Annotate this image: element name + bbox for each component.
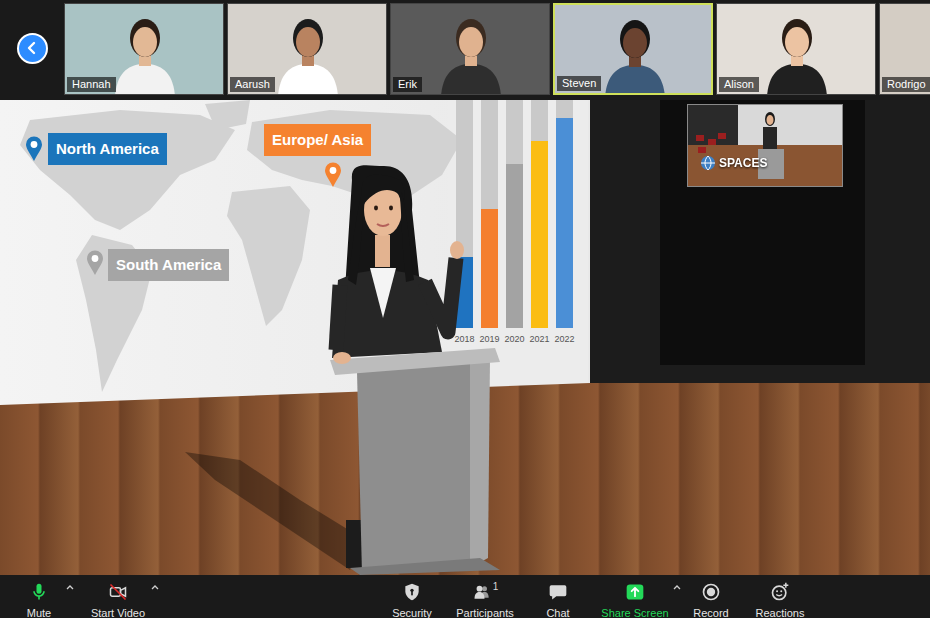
chart-category: 2022 (554, 334, 574, 345)
map-label: Europe/ Asia (264, 124, 371, 156)
stage-screen: SPACES (687, 104, 843, 187)
back-button[interactable] (17, 33, 48, 64)
map-label-text: South America (116, 254, 221, 277)
toolbar-icon-row (625, 582, 645, 602)
share-arrow-icon (625, 582, 645, 602)
chart-column: 2019 (481, 100, 498, 345)
people-icon (472, 582, 492, 602)
chat-bubble-icon (548, 582, 568, 602)
chart-column: 2020 (506, 100, 523, 345)
participant-name: Hannah (67, 77, 116, 92)
participant-tile[interactable]: Aarush (227, 3, 387, 95)
toolbar-button[interactable]: Security (382, 575, 442, 618)
toolbar-button[interactable]: Record (686, 575, 736, 618)
menu-caret-icon[interactable] (150, 575, 160, 590)
bar-track (481, 100, 498, 328)
chart-category: 2019 (479, 334, 499, 345)
floor (0, 383, 930, 575)
participant-name: Erik (393, 77, 422, 92)
toolbar-button[interactable]: Reactions (750, 575, 810, 618)
toolbar-button[interactable]: Start Video (86, 575, 150, 618)
toolbar-icon-row (29, 582, 49, 602)
chart-column: 2018 (456, 100, 473, 345)
menu-caret-icon[interactable] (65, 575, 75, 590)
presenter (0, 100, 930, 575)
toolbar-label: Share Screen (601, 607, 668, 618)
chart-bar (481, 209, 498, 328)
spaces-logo-text: SPACES (719, 156, 767, 170)
chart-bar (556, 118, 573, 328)
meeting-toolbar: Mute Start Video Security 1 Participants Chat… (0, 575, 930, 618)
map-pin-icon (86, 250, 104, 276)
toolbar-label: Record (693, 607, 728, 618)
spaces-logo: SPACES (700, 155, 767, 171)
record-icon (701, 582, 721, 602)
participant-name: Rodrigo (882, 77, 930, 92)
chevron-left-icon (26, 41, 38, 55)
chart-category: 2018 (454, 334, 474, 345)
participant-list: Hannah Aarush Erik Steven Alison Rodrigo (64, 0, 930, 95)
toolbar-label: Reactions (756, 607, 805, 618)
map-label-text: Europe/ Asia (272, 129, 363, 152)
participant-tile[interactable]: Rodrigo (879, 3, 930, 95)
presentation-view: North America Europe/ Asia South America 20… (0, 100, 930, 575)
chart-column: 2021 (531, 100, 548, 345)
chart-column: 2022 (556, 100, 573, 345)
toolbar-button[interactable]: Share Screen (598, 575, 672, 618)
toolbar-icon-row (770, 582, 790, 602)
globe-icon (700, 155, 716, 171)
stage-screen-scene (688, 105, 842, 186)
menu-caret-icon[interactable] (672, 575, 682, 590)
smiley-icon (770, 582, 790, 602)
participant-name: Aarush (230, 77, 275, 92)
map-label: South America (108, 249, 229, 281)
participant-tile[interactable]: Steven (553, 3, 713, 95)
chart-bar (531, 141, 548, 328)
toolbar-icon-row (402, 582, 422, 602)
map-pin-icon (25, 136, 43, 162)
participant-strip: Hannah Aarush Erik Steven Alison Rodrigo (0, 0, 930, 100)
toolbar-label: Start Video (91, 607, 145, 618)
microphone-icon (29, 582, 49, 602)
participant-tile[interactable]: Hannah (64, 3, 224, 95)
bar-track (456, 100, 473, 328)
bar-track (506, 100, 523, 328)
chart-bar (456, 257, 473, 328)
participant-name: Alison (719, 77, 759, 92)
map-label: North America (48, 133, 167, 165)
participant-tile[interactable]: Erik (390, 3, 550, 95)
chart-bar (506, 164, 523, 328)
toolbar-button[interactable]: Mute (13, 575, 65, 618)
back-area (0, 0, 64, 96)
toolbar-label: Chat (546, 607, 569, 618)
toolbar-icon-row (548, 582, 568, 602)
toolbar-label: Security (392, 607, 432, 618)
video-camera-icon (108, 582, 128, 602)
bar-chart: 2018 2019 2020 2021 2022 (456, 100, 573, 345)
shield-icon (402, 582, 422, 602)
chart-category: 2020 (504, 334, 524, 345)
toolbar-label: Participants (456, 607, 513, 618)
toolbar-icon-row (108, 582, 128, 602)
toolbar-icon-row: 1 (472, 582, 499, 602)
participant-name: Steven (557, 76, 601, 91)
bar-track (531, 100, 548, 328)
toolbar-icon-row (701, 582, 721, 602)
map-pin-icon (324, 162, 342, 188)
participant-count: 1 (493, 582, 499, 592)
chart-category: 2021 (529, 334, 549, 345)
participant-tile[interactable]: Alison (716, 3, 876, 95)
map-label-text: North America (56, 138, 159, 161)
toolbar-label: Mute (27, 607, 51, 618)
bar-track (556, 100, 573, 328)
toolbar-button[interactable]: 1 Participants (450, 575, 520, 618)
toolbar-button[interactable]: Chat (533, 575, 583, 618)
